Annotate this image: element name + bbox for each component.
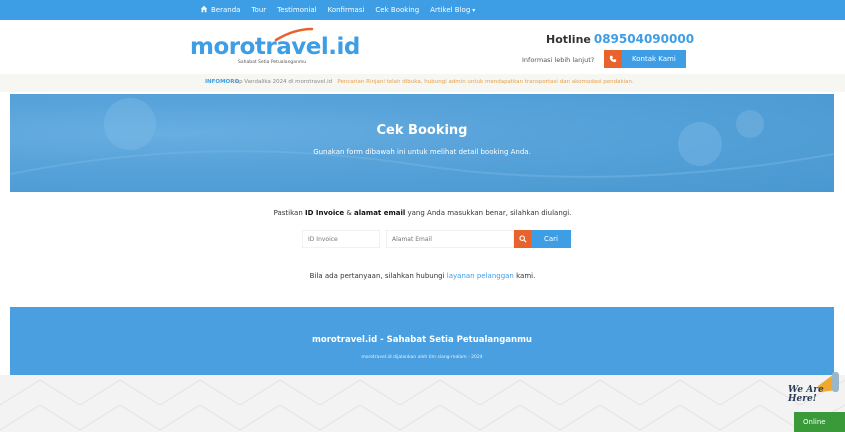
instruction-bold-invoice: ID Invoice [305,209,345,217]
logo-tagline: Sahabat Setia Petualanganmu [238,60,307,65]
help-part: Bila ada pertanyaan, silahkan hubungi [309,272,447,280]
info-text: Informasi lebih lanjut? [522,56,595,64]
chat-widget-text: We Are Here! [788,386,824,404]
chevron-down-icon: ▾ [472,6,476,14]
contact-button[interactable]: Kontak Kami [622,50,686,68]
footer-subtitle: morotravel.id dijalankan oleh tim siang-… [361,355,483,360]
nav-label: Konfirmasi [327,6,365,14]
home-icon [200,5,208,15]
booking-search-form: Cari [302,230,571,248]
email-input[interactable] [386,230,514,248]
instruction-bold-email: alamat email [354,209,406,217]
news-ticker[interactable]: Lp Vandalika 2024 di morotravel.id Penca… [236,79,634,85]
nav-item-artikel-blog[interactable]: Artikel Blog ▾ [430,6,475,14]
hero-overlay [10,94,834,192]
site-logo[interactable]: morotravel.id Sahabat Setia Petualanganm… [190,27,360,69]
help-part: kami. [513,272,536,280]
hotline-number[interactable]: 089504090000 [594,32,694,46]
nav-item-testimonial[interactable]: Testimonial [277,6,316,14]
chat-widget-badge[interactable]: We Are Here! [780,372,844,412]
logo-tld: .id [328,34,360,60]
page-subtitle: Gunakan form dibawah ini untuk melihat d… [313,148,531,156]
nav-label: Tour [251,6,267,14]
logo-swoosh-icon [274,27,314,41]
nav-label: Testimonial [277,6,317,14]
hotline: Hotline 089504090000 [546,32,694,46]
hero-banner: Cek Booking Gunakan form dibawah ini unt… [10,94,834,192]
logo-wordmark: morotravel.id [190,33,360,61]
site-footer: morotravel.id - Sahabat Setia Petualanga… [10,307,834,375]
ticker-highlight: Pencarian Rinjani telah dibuka, hubungi … [337,79,634,85]
online-chat-button[interactable]: Online [794,412,845,432]
info-bar: INFOMORO Lp Vandalika 2024 di morotravel… [0,74,845,92]
nav-label: Beranda [211,6,241,14]
ticker-text: Lp Vandalika 2024 di morotravel.id [236,79,333,85]
hotline-label: Hotline [546,33,591,46]
help-text: Bila ada pertanyaan, silahkan hubungi la… [0,272,845,280]
instruction-part: yang Anda masukkan benar, silahkan diula… [405,209,572,217]
site-header: morotravel.id Sahabat Setia Petualanganm… [0,20,845,72]
decorative-pattern [0,375,845,432]
instruction-text: Pastikan ID Invoice & alamat email yang … [0,209,845,217]
contact-button-group[interactable]: Kontak Kami [604,50,686,68]
instruction-part: Pastikan [273,209,306,217]
page-title: Cek Booking [376,123,468,138]
logo-moro: moro [190,34,255,60]
phone-icon[interactable] [604,50,622,68]
nav-label: Artikel Blog [430,6,471,14]
top-navbar: Beranda Tour Testimonial Konfirmasi Cek … [0,0,845,20]
nav-menu: Beranda Tour Testimonial Konfirmasi Cek … [200,0,486,20]
nav-item-tour[interactable]: Tour [251,6,266,14]
footer-title: morotravel.id - Sahabat Setia Petualanga… [312,335,532,345]
nav-item-cek-booking[interactable]: Cek Booking [375,6,419,14]
nav-label: Cek Booking [375,6,420,14]
widget-line2: Here! [788,394,817,404]
search-button[interactable]: Cari [531,230,571,248]
nav-item-konfirmasi[interactable]: Konfirmasi [328,6,365,14]
customer-service-link[interactable]: layanan pelanggan [447,272,514,280]
search-icon[interactable] [514,230,531,248]
info-label: INFOMORO [205,79,240,85]
invoice-input[interactable] [302,230,380,248]
instruction-part: & [344,209,355,217]
nav-item-beranda[interactable]: Beranda [200,5,240,15]
pattern-graphic [0,379,845,431]
